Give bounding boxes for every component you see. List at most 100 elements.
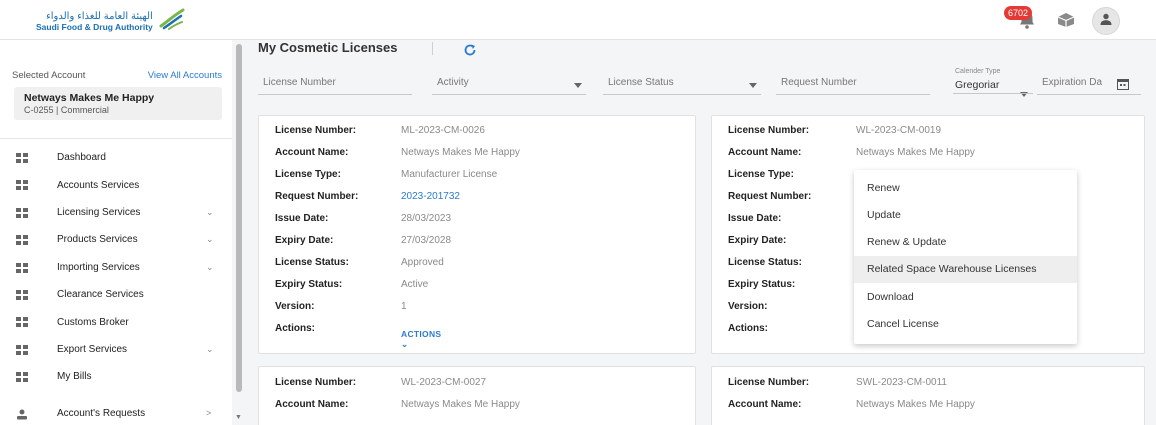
- logo-english-text: Saudi Food & Drug Authority: [36, 21, 153, 32]
- scroll-down-arrow-icon[interactable]: ▼: [235, 414, 242, 421]
- title-divider: [432, 42, 433, 55]
- grid-icon: [16, 344, 28, 358]
- selected-account-header: Selected Account View All Accounts: [12, 70, 222, 81]
- activity-filter[interactable]: Activity: [432, 73, 586, 95]
- field-label: Account Name:: [275, 399, 349, 410]
- sidebar-item-accounts-requests[interactable]: Account's Requests >: [0, 400, 232, 425]
- account-code: C-0255 | Commercial: [24, 105, 109, 115]
- selected-account-label: Selected Account: [12, 70, 86, 81]
- field-value: 1: [401, 301, 407, 312]
- field-label: Account Name:: [728, 399, 802, 410]
- field-label: License Number:: [728, 377, 810, 388]
- request-number-filter[interactable]: Request Number: [776, 73, 930, 95]
- field-value: Netways Makes Me Happy: [401, 399, 520, 410]
- license-card: License Number: ML-2023-CM-0026 Account …: [258, 115, 696, 354]
- sidebar: Selected Account View All Accounts Netwa…: [0, 40, 232, 425]
- view-all-accounts-link[interactable]: View All Accounts: [148, 70, 222, 81]
- chevron-down-icon: ⌄: [206, 261, 214, 272]
- field-label: Issue Date:: [275, 213, 329, 224]
- sfda-logo[interactable]: الهيئة العامة للغذاء والدواء Saudi Food …: [36, 8, 185, 35]
- request-number-link[interactable]: 2023-201732: [401, 191, 460, 202]
- dropdown-arrow-icon: [574, 80, 582, 91]
- sidebar-item-export-services[interactable]: Export Services ⌄: [0, 336, 232, 363]
- field-label: Actions:: [275, 323, 315, 334]
- sidebar-nav: Dashboard Accounts Services Licensing Se…: [0, 144, 232, 425]
- license-card: License Number: SWL-2023-CM-0011 Account…: [711, 366, 1145, 425]
- field-value: ML-2023-CM-0026: [401, 125, 485, 136]
- license-card: License Number: WL-2023-CM-0027 Account …: [258, 366, 696, 425]
- license-status-filter[interactable]: License Status: [603, 73, 761, 95]
- filter-placeholder: License Status: [608, 77, 674, 88]
- field-value: Netways Makes Me Happy: [856, 147, 975, 158]
- grid-icon: [16, 180, 28, 193]
- refresh-icon[interactable]: [463, 43, 477, 62]
- field-label: License Type:: [728, 169, 794, 180]
- selected-account-card[interactable]: Netways Makes Me Happy C-0255 | Commerci…: [14, 87, 222, 120]
- field-label: Account Name:: [275, 147, 349, 158]
- calendar-type-label: Calender Type: [955, 68, 1001, 75]
- chevron-down-icon: ⌄: [206, 206, 214, 217]
- sidebar-item-label: My Bills: [57, 371, 92, 383]
- top-bar: الهيئة العامة للغذاء والدواء Saudi Food …: [0, 0, 1156, 40]
- sidebar-item-clearance-services[interactable]: Clearance Services: [0, 281, 232, 308]
- actions-button[interactable]: ACTIONS ⌄: [401, 329, 441, 350]
- field-label: License Status:: [728, 257, 802, 268]
- menu-item-renew-update[interactable]: Renew & Update: [854, 229, 1077, 256]
- logo-arabic-text: الهيئة العامة للغذاء والدواء: [46, 10, 153, 22]
- menu-item-cancel-license[interactable]: Cancel License: [854, 311, 1077, 338]
- filter-placeholder: Request Number: [781, 77, 857, 88]
- field-label: Request Number:: [728, 191, 812, 202]
- user-menu-button[interactable]: [1092, 7, 1120, 35]
- license-number-filter[interactable]: License Number: [258, 73, 412, 95]
- field-label: Expiry Date:: [275, 235, 334, 246]
- chevron-down-icon: ⌄: [206, 343, 214, 354]
- sidebar-item-importing-services[interactable]: Importing Services ⌄: [0, 254, 232, 281]
- sidebar-item-label: Products Services: [57, 234, 138, 246]
- sidebar-item-dashboard[interactable]: Dashboard: [0, 144, 232, 171]
- grid-icon: [16, 153, 28, 166]
- sidebar-item-products-services[interactable]: Products Services ⌄: [0, 226, 232, 253]
- sidebar-item-label: Clearance Services: [57, 289, 144, 301]
- menu-item-download[interactable]: Download: [854, 284, 1077, 311]
- sidebar-item-label: Export Services: [57, 343, 128, 355]
- field-value: Approved: [401, 257, 444, 268]
- menu-item-update[interactable]: Update: [854, 202, 1077, 229]
- sidebar-item-accounts-services[interactable]: Accounts Services: [0, 171, 232, 198]
- filter-placeholder: Activity: [437, 77, 469, 88]
- field-value: WL-2023-CM-0027: [401, 377, 487, 388]
- calendar-type-underline: [953, 93, 1033, 94]
- sidebar-item-my-bills[interactable]: My Bills: [0, 363, 232, 390]
- field-label: Request Number:: [275, 191, 359, 202]
- field-label: Issue Date:: [728, 213, 782, 224]
- field-label: Expiry Date:: [728, 235, 787, 246]
- calendar-icon[interactable]: [1117, 77, 1129, 95]
- sidebar-item-label: Account's Requests: [57, 407, 146, 419]
- field-label: Actions:: [728, 323, 768, 334]
- dropdown-arrow-icon: [749, 80, 757, 91]
- field-label: Account Name:: [728, 147, 802, 158]
- user-icon: [1099, 12, 1113, 31]
- field-label: Version:: [275, 301, 315, 312]
- menu-item-renew[interactable]: Renew: [854, 175, 1077, 202]
- sidebar-divider: [0, 138, 232, 139]
- field-value: Netways Makes Me Happy: [856, 399, 975, 410]
- menu-item-related-warehouse-licenses[interactable]: Related Space Warehouse Licenses: [854, 256, 1077, 283]
- grid-icon: [16, 317, 28, 330]
- actions-menu: Renew Update Renew & Update Related Spac…: [854, 170, 1077, 344]
- calendar-type-select[interactable]: Gregoriar: [955, 79, 999, 91]
- sidebar-item-label: Importing Services: [57, 261, 140, 273]
- grid-icon: [16, 235, 28, 248]
- sidebar-item-customs-broker[interactable]: Customs Broker: [0, 308, 232, 335]
- sidebar-item-label: Customs Broker: [57, 316, 129, 328]
- sidebar-scrollbar-thumb[interactable]: [236, 44, 242, 392]
- field-value: WL-2023-CM-0019: [856, 125, 942, 136]
- chevron-right-icon: >: [206, 408, 212, 419]
- notification-badge: 6702: [1004, 6, 1033, 20]
- grid-icon: [16, 262, 28, 276]
- filter-placeholder: License Number: [263, 77, 336, 88]
- field-value: Netways Makes Me Happy: [401, 147, 520, 158]
- package-icon[interactable]: [1057, 12, 1075, 33]
- field-label: License Type:: [275, 169, 341, 180]
- grid-icon: [16, 207, 28, 221]
- sidebar-item-licensing-services[interactable]: Licensing Services ⌄: [0, 199, 232, 226]
